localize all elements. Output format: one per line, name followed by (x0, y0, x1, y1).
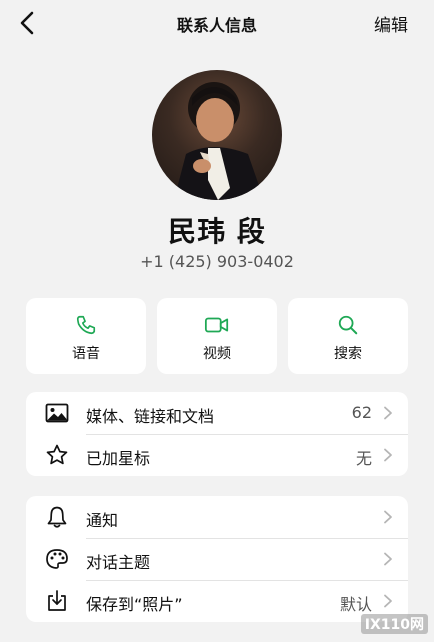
save-to-photos-label: 保存到“照片” (86, 595, 183, 614)
save-to-photos-row[interactable]: 保存到“照片” 默认 (26, 580, 408, 622)
voice-call-label: 语音 (72, 346, 100, 362)
image-icon (45, 403, 69, 423)
media-starred-group: 媒体、链接和文档 62 已加星标 无 (26, 392, 408, 476)
page-title: 联系人信息 (176, 16, 257, 35)
chat-theme-row[interactable]: 对话主题 (26, 538, 408, 580)
phone-icon (76, 315, 96, 335)
bell-icon (47, 506, 67, 528)
chevron-right-icon (384, 594, 392, 608)
edit-button[interactable]: 编辑 (374, 11, 408, 36)
notifications-row[interactable]: 通知 (26, 496, 408, 538)
chevron-right-icon (384, 510, 392, 524)
chat-theme-label: 对话主题 (86, 553, 151, 572)
avatar[interactable] (152, 70, 282, 200)
chevron-right-icon (384, 448, 392, 462)
chevron-right-icon (384, 406, 392, 420)
chevron-right-icon (384, 552, 392, 566)
search-icon (338, 315, 358, 335)
video-call-label: 视频 (203, 346, 231, 362)
save-to-photos-icon (48, 590, 66, 611)
save-to-photos-value: 默认 (339, 595, 372, 614)
starred-messages-row[interactable]: 已加星标 无 (26, 434, 408, 476)
avatar-photo (174, 82, 264, 200)
search-label: 搜索 (334, 346, 362, 362)
video-icon (204, 317, 229, 333)
starred-label: 已加星标 (86, 449, 151, 468)
settings-group: 通知 对话主题 保存到“照片” 默认 (26, 496, 408, 622)
starred-value: 无 (355, 449, 372, 468)
media-count: 62 (351, 403, 372, 422)
contact-phone[interactable]: +1 (425) 903-0402 (0, 252, 434, 271)
contact-name: 民玮 段 (168, 215, 266, 248)
voice-call-button[interactable]: 语音 (26, 298, 146, 374)
media-links-docs-label: 媒体、链接和文档 (86, 407, 215, 426)
media-links-docs-row[interactable]: 媒体、链接和文档 62 (26, 392, 408, 434)
navigation-bar: 联系人信息 编辑 (0, 0, 434, 46)
search-button[interactable]: 搜索 (288, 298, 408, 374)
notifications-label: 通知 (86, 511, 119, 530)
star-icon (46, 444, 68, 465)
watermark-logo: IX110网 (360, 614, 428, 634)
video-call-button[interactable]: 视频 (157, 298, 277, 374)
palette-icon (46, 549, 68, 569)
